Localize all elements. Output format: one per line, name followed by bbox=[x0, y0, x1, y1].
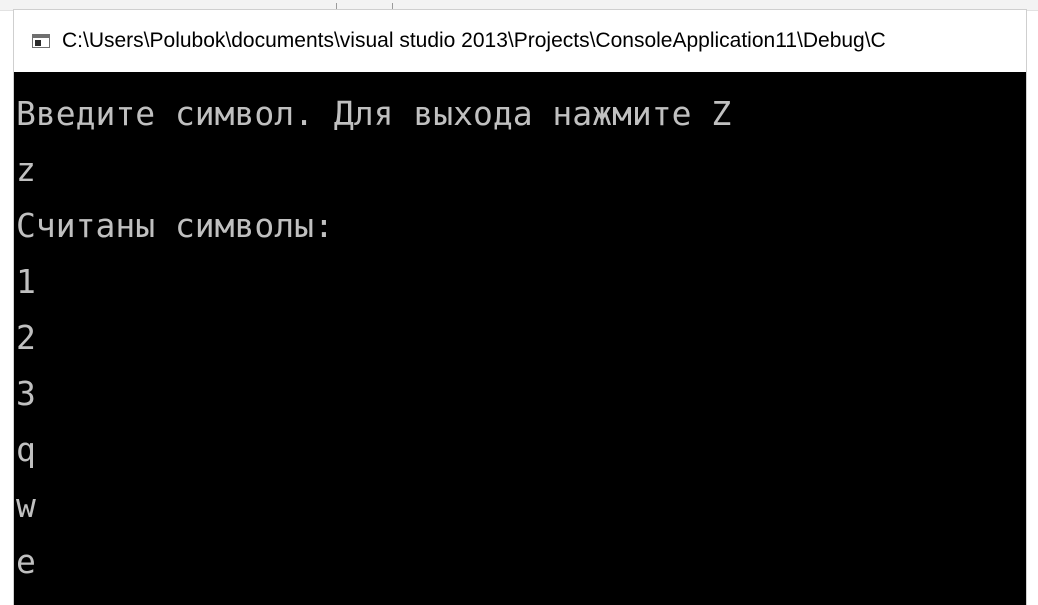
console-line-input: z bbox=[16, 150, 36, 189]
console-line: 3 bbox=[16, 374, 36, 413]
console-line: q bbox=[16, 430, 36, 469]
console-line: 2 bbox=[16, 318, 36, 357]
background-divider bbox=[392, 3, 393, 10]
console-line: e bbox=[16, 542, 36, 581]
console-line-header: Считаны символы: bbox=[16, 206, 334, 245]
title-bar[interactable]: C:\Users\Polubok\documents\visual studio… bbox=[14, 10, 1026, 72]
console-app-icon[interactable] bbox=[32, 34, 50, 48]
window-title: C:\Users\Polubok\documents\visual studio… bbox=[62, 29, 886, 52]
console-line: w bbox=[16, 486, 36, 525]
console-line-prompt: Введите символ. Для выхода нажмите Z bbox=[16, 94, 732, 133]
icon-body bbox=[35, 40, 41, 46]
console-window[interactable]: C:\Users\Polubok\documents\visual studio… bbox=[14, 10, 1026, 605]
screen: C:\Users\Polubok\documents\visual studio… bbox=[0, 0, 1038, 605]
background-divider bbox=[336, 3, 337, 10]
icon-bar bbox=[33, 35, 49, 38]
console-output[interactable]: Введите символ. Для выхода нажмите Z z С… bbox=[14, 72, 1026, 605]
console-line: 1 bbox=[16, 262, 36, 301]
